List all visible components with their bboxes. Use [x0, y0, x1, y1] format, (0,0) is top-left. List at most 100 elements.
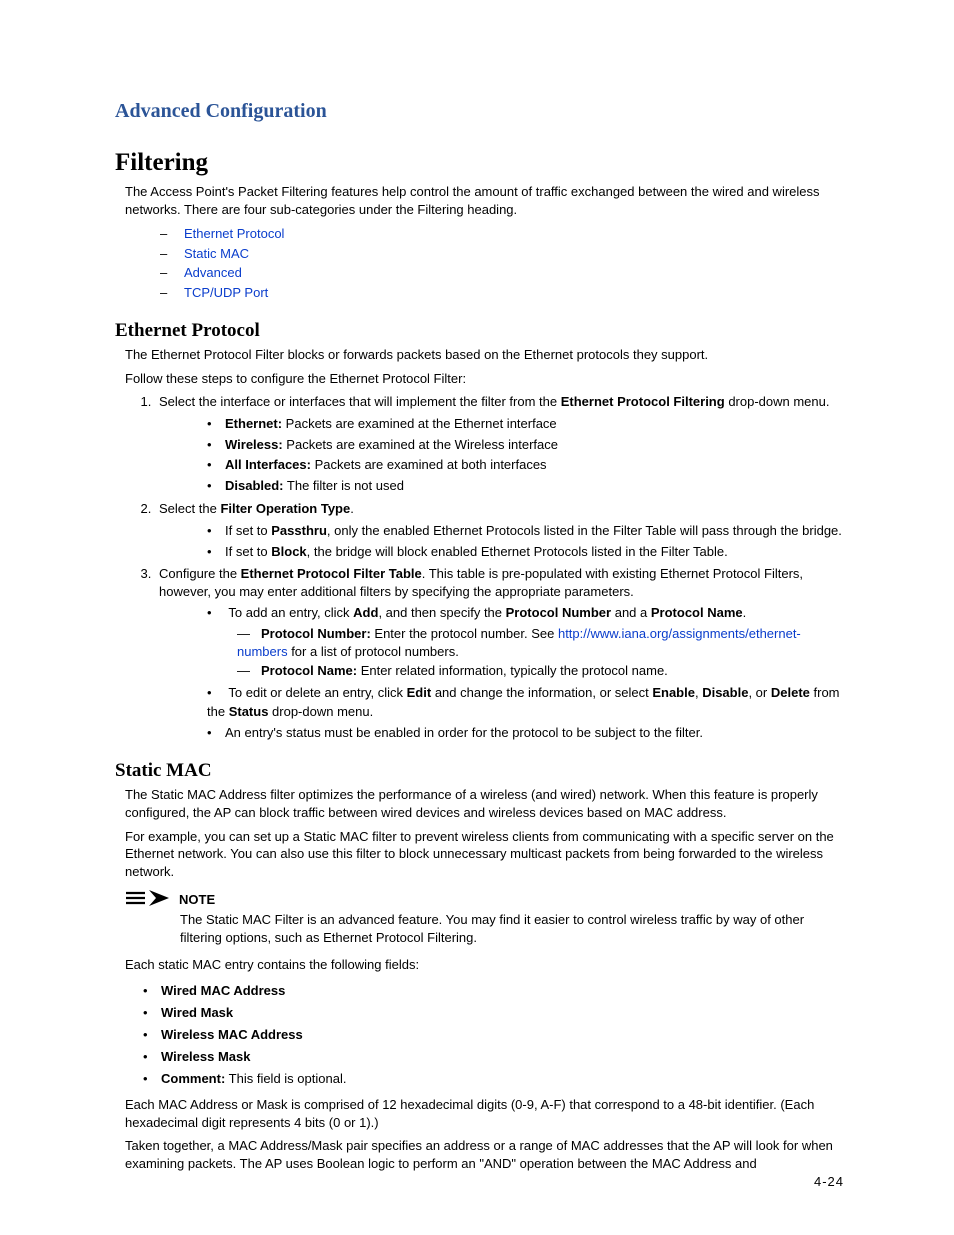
field-wireless-mac: Wireless MAC Address — [143, 1024, 844, 1046]
mac-fields-list: Wired MAC Address Wired Mask Wireless MA… — [143, 980, 844, 1090]
operation-options: If set to Passthru, only the enabled Eth… — [207, 522, 844, 562]
bold-text: Delete — [771, 685, 810, 700]
text: Select the — [159, 501, 220, 516]
option-all: All Interfaces: Packets are examined at … — [207, 456, 844, 475]
note-body: The Static MAC Filter is an advanced fea… — [180, 911, 844, 946]
label: Wireless: — [225, 437, 283, 452]
option-block: If set to Block, the bridge will block e… — [207, 543, 844, 562]
ethernet-steps-intro: Follow these steps to configure the Ethe… — [125, 370, 844, 388]
bold-text: Ethernet Protocol Filter Table — [241, 566, 422, 581]
field-wireless-mask: Wireless Mask — [143, 1046, 844, 1068]
label: Wireless MAC Address — [161, 1027, 303, 1042]
option-disabled: Disabled: The filter is not used — [207, 477, 844, 496]
page: Advanced Configuration Filtering The Acc… — [0, 0, 954, 1235]
text: and change the information, or select — [431, 685, 652, 700]
toc-link-ethernet[interactable]: Ethernet Protocol — [184, 226, 284, 241]
text: for a list of protocol numbers. — [288, 644, 459, 659]
text: To edit or delete an entry, click — [228, 685, 406, 700]
toc-list: Ethernet Protocol Static MAC Advanced TC… — [160, 224, 844, 302]
field-protocol-number: Protocol Number: Enter the protocol numb… — [237, 625, 844, 660]
text: Packets are examined at both interfaces — [311, 457, 547, 472]
label: Disabled: — [225, 478, 284, 493]
label: Ethernet: — [225, 416, 282, 431]
toc-item: Advanced — [160, 263, 844, 283]
bold-text: Protocol Number — [506, 605, 611, 620]
text: and a — [611, 605, 651, 620]
toc-item: Ethernet Protocol — [160, 224, 844, 244]
text: This field is optional. — [225, 1071, 346, 1086]
text: drop-down menu. — [268, 704, 373, 719]
staticmac-p4: Each MAC Address or Mask is comprised of… — [125, 1096, 844, 1131]
text: Packets are examined at the Wireless int… — [283, 437, 558, 452]
label: All Interfaces: — [225, 457, 311, 472]
add-fields: Protocol Number: Enter the protocol numb… — [237, 625, 844, 680]
field-protocol-name: Protocol Name: Enter related information… — [237, 662, 844, 680]
text: , and then specify the — [378, 605, 505, 620]
bold-text: Enable — [652, 685, 695, 700]
bold-text: Edit — [407, 685, 432, 700]
option-passthru: If set to Passthru, only the enabled Eth… — [207, 522, 844, 541]
text: , only the enabled Ethernet Protocols li… — [327, 523, 842, 538]
label: Wired MAC Address — [161, 983, 285, 998]
bold-text: Add — [353, 605, 378, 620]
field-comment: Comment: This field is optional. — [143, 1068, 844, 1090]
text: Enter related information, typically the… — [357, 663, 668, 678]
action-add: To add an entry, click Add, and then spe… — [207, 604, 844, 679]
step-2: Select the Filter Operation Type. If set… — [155, 500, 844, 561]
text: If set to — [225, 544, 271, 559]
staticmac-p5: Taken together, a MAC Address/Mask pair … — [125, 1137, 844, 1172]
text: Packets are examined at the Ethernet int… — [282, 416, 557, 431]
label: Wired Mask — [161, 1005, 233, 1020]
label: Comment: — [161, 1071, 225, 1086]
label: Wireless Mask — [161, 1049, 251, 1064]
bold-text: Status — [229, 704, 269, 719]
bold-text: Passthru — [271, 523, 327, 538]
ethernet-heading: Ethernet Protocol — [115, 320, 844, 342]
text: Select the interface or interfaces that … — [159, 394, 561, 409]
text: drop-down menu. — [725, 394, 830, 409]
toc-link-tcpudp[interactable]: TCP/UDP Port — [184, 285, 268, 300]
note-block: NOTE The Static MAC Filter is an advance… — [125, 890, 844, 946]
ethernet-desc: The Ethernet Protocol Filter blocks or f… — [125, 346, 844, 364]
bold-text: Ethernet Protocol Filtering — [561, 394, 725, 409]
bold-text: Disable — [702, 685, 748, 700]
status-note: An entry's status must be enabled in ord… — [207, 724, 844, 743]
interface-options: Ethernet: Packets are examined at the Et… — [207, 415, 844, 496]
toc-item: TCP/UDP Port — [160, 283, 844, 303]
staticmac-p2: For example, you can set up a Static MAC… — [125, 828, 844, 881]
text: , or — [748, 685, 770, 700]
text: To add an entry, click — [228, 605, 353, 620]
note-label: NOTE — [179, 892, 215, 907]
text: If set to — [225, 523, 271, 538]
text: The filter is not used — [284, 478, 404, 493]
field-wired-mac: Wired MAC Address — [143, 980, 844, 1002]
step-3: Configure the Ethernet Protocol Filter T… — [155, 565, 844, 742]
toc-item: Static MAC — [160, 244, 844, 264]
section-breadcrumb: Advanced Configuration — [115, 100, 844, 123]
step-1: Select the interface or interfaces that … — [155, 393, 844, 496]
bold-text: Filter Operation Type — [220, 501, 350, 516]
note-heading: NOTE — [125, 890, 844, 909]
page-number: 4-24 — [814, 1174, 844, 1189]
bold-text: Protocol Name — [651, 605, 743, 620]
page-title: Filtering — [115, 149, 844, 177]
toc-link-staticmac[interactable]: Static MAC — [184, 246, 249, 261]
text: Configure the — [159, 566, 241, 581]
label: Protocol Number: — [261, 626, 371, 641]
toc-link-advanced[interactable]: Advanced — [184, 265, 242, 280]
field-wired-mask: Wired Mask — [143, 1002, 844, 1024]
text: Enter the protocol number. See — [371, 626, 558, 641]
staticmac-heading: Static MAC — [115, 760, 844, 782]
ethernet-steps: Select the interface or interfaces that … — [137, 393, 844, 742]
option-wireless: Wireless: Packets are examined at the Wi… — [207, 436, 844, 455]
label: Protocol Name: — [261, 663, 357, 678]
bold-text: Block — [271, 544, 306, 559]
table-actions: To add an entry, click Add, and then spe… — [207, 604, 844, 742]
staticmac-fields-intro: Each static MAC entry contains the follo… — [125, 956, 844, 974]
text: . — [350, 501, 354, 516]
text: , the bridge will block enabled Ethernet… — [307, 544, 728, 559]
action-edit: To edit or delete an entry, click Edit a… — [207, 684, 844, 722]
option-ethernet: Ethernet: Packets are examined at the Et… — [207, 415, 844, 434]
text: . — [743, 605, 747, 620]
staticmac-p1: The Static MAC Address filter optimizes … — [125, 786, 844, 821]
